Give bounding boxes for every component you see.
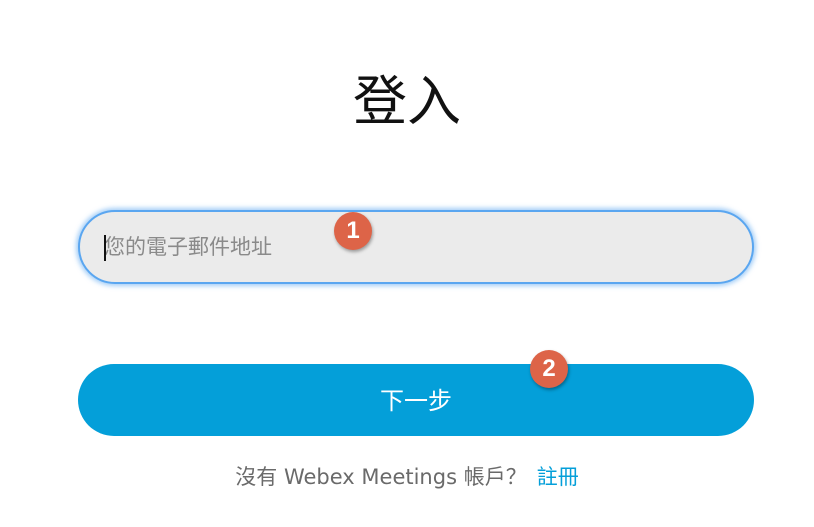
email-input[interactable] [104,212,724,282]
email-field-container[interactable] [78,210,754,284]
text-caret [104,235,106,261]
page-title: 登入 [353,70,461,134]
signup-link[interactable]: 註冊 [537,465,579,489]
step-marker-2: 2 [530,350,568,388]
signup-prompt: 沒有 Webex Meetings 帳戶？ 註冊 [0,460,814,494]
next-button[interactable]: 下一步 [78,364,754,436]
sign-in-page: 登入 1 下一步 2 沒有 Webex Meetings 帳戶？ 註冊 [0,0,814,527]
step-marker-1: 1 [334,212,372,250]
no-account-text: 沒有 Webex Meetings 帳戶？ [235,465,527,489]
